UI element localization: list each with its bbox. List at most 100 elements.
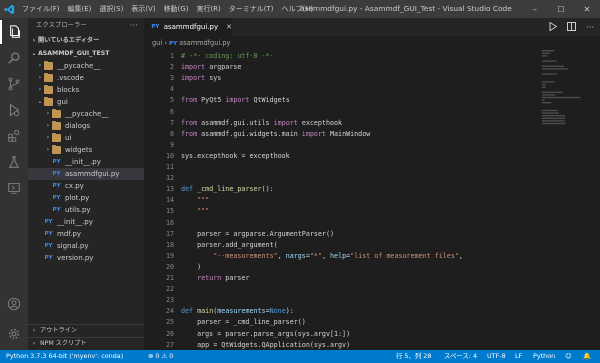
- menu-item[interactable]: ターミナル(T): [225, 0, 278, 18]
- code-token: sys.excepthook = excepthook: [181, 151, 290, 160]
- breadcrumb-file[interactable]: asammdfgui.py: [179, 39, 230, 47]
- code-token: import: [301, 129, 326, 138]
- tree-file[interactable]: PY asammdfgui.py: [28, 168, 144, 180]
- code-line: import sys: [181, 74, 221, 82]
- code-line: parser = argparse.ArgumentParser(): [181, 230, 334, 238]
- tree-folder[interactable]: › ui: [28, 132, 144, 144]
- line-number: 25: [165, 318, 174, 327]
- code-token: # -*- coding: utf-8 -*-: [181, 52, 274, 60]
- tree-file[interactable]: PY signal.py: [28, 240, 144, 252]
- close-tab-icon[interactable]: ✕: [226, 23, 232, 31]
- problems-indicator[interactable]: ⊗ 0 ⚠ 0: [148, 350, 173, 363]
- tree-file[interactable]: PY mdf.py: [28, 228, 144, 240]
- source-control-icon[interactable]: [0, 72, 28, 96]
- python-file-icon: PY: [52, 183, 61, 189]
- code-token: def: [181, 307, 194, 316]
- code-token: args = parser.parse_args(sys.argv[1:]): [181, 329, 351, 338]
- language-mode[interactable]: Python: [533, 350, 555, 363]
- menu-item[interactable]: 編集(E): [64, 0, 96, 18]
- tree-item-label: ui: [65, 134, 72, 142]
- end-of-line[interactable]: LF: [515, 350, 522, 363]
- project-label: ASAMMDF_GUI_TEST: [38, 50, 110, 57]
- tree-folder[interactable]: › __pycache__: [28, 108, 144, 120]
- menu-item[interactable]: 実行(R): [192, 0, 224, 18]
- code-token: """: [181, 207, 210, 216]
- run-debug-icon[interactable]: [0, 98, 28, 122]
- code-token: help: [330, 251, 347, 260]
- code-token: ): [181, 262, 202, 271]
- minimap-line: [542, 112, 560, 114]
- split-editor-icon[interactable]: [567, 21, 577, 33]
- explorer-icon[interactable]: [0, 20, 28, 44]
- python-interpreter[interactable]: Python 3.7.3 64-bit ('myenv': conda): [6, 350, 123, 363]
- tab-asammdfgui[interactable]: PY asammdfgui.py ✕: [144, 18, 232, 36]
- code-token: app = QtWidgets.QApplication(sys.argv): [181, 340, 351, 349]
- breadcrumb: gui › PY asammdfgui.py: [144, 36, 230, 50]
- tree-item-label: utils.py: [65, 206, 91, 214]
- close-window-icon[interactable]: ✕: [574, 0, 600, 18]
- tree-file[interactable]: PY __init__.py: [28, 156, 144, 168]
- tree-folder[interactable]: › blocks: [28, 84, 144, 96]
- code-token: ,: [277, 251, 286, 260]
- menu-item[interactable]: ファイル(F): [18, 0, 64, 18]
- tree-file[interactable]: PY version.py: [28, 252, 144, 264]
- open-editors-section[interactable]: › 開いているエディター: [28, 34, 144, 47]
- minimap-line: [542, 99, 545, 101]
- menu-item[interactable]: 移動(G): [160, 0, 193, 18]
- code-token: PyQt5: [197, 96, 226, 105]
- encoding[interactable]: UTF-8: [487, 350, 506, 363]
- menu-item[interactable]: 表示(V): [127, 0, 159, 18]
- minimap[interactable]: [542, 50, 586, 130]
- code-token: ):: [285, 307, 294, 316]
- line-number: 9: [169, 140, 174, 149]
- tree-file[interactable]: PY __init__.py: [28, 216, 144, 228]
- menu-item[interactable]: 選択(S): [95, 0, 127, 18]
- notifications-icon[interactable]: 🔔: [583, 350, 591, 363]
- tree-folder[interactable]: › __pycache__: [28, 60, 144, 72]
- more-actions-icon[interactable]: ···: [130, 18, 138, 34]
- tree-folder[interactable]: ⌄ gui: [28, 96, 144, 108]
- minimap-line: [542, 122, 566, 125]
- extensions-icon[interactable]: [0, 124, 28, 148]
- tree-file[interactable]: PY plot.py: [28, 192, 144, 204]
- run-python-file-icon[interactable]: [549, 21, 558, 33]
- outline-section[interactable]: › アウトライン: [28, 324, 144, 336]
- cursor-position[interactable]: 行 5、列 28: [396, 350, 431, 363]
- npm-scripts-section[interactable]: › NPM スクリプト: [28, 337, 144, 349]
- code-token: ,: [321, 251, 331, 260]
- tree-file[interactable]: PY cx.py: [28, 180, 144, 192]
- more-actions-icon[interactable]: ···: [586, 23, 594, 32]
- tree-folder[interactable]: › widgets: [28, 144, 144, 156]
- status-bar: Python 3.7.3 64-bit ('myenv': conda) ⊗ 0…: [0, 350, 600, 363]
- vertical-scrollbar[interactable]: [588, 50, 600, 350]
- tree-item-label: __init__.py: [65, 158, 101, 166]
- maximize-icon[interactable]: ☐: [548, 0, 574, 18]
- code-line: """: [181, 196, 209, 204]
- line-number: 22: [165, 285, 174, 294]
- tree-file[interactable]: PY utils.py: [28, 204, 144, 216]
- tree-item-label: asammdfgui.py: [65, 170, 120, 178]
- code-token: QtWidgets: [249, 96, 290, 105]
- tree-folder[interactable]: › dialogs: [28, 120, 144, 132]
- settings-gear-icon[interactable]: [0, 322, 28, 346]
- feedback-icon[interactable]: ☺: [565, 350, 572, 363]
- minimize-icon[interactable]: –: [522, 0, 548, 18]
- folder-icon: [52, 133, 61, 142]
- project-section[interactable]: ⌄ ASAMMDF_GUI_TEST: [28, 47, 144, 60]
- python-file-icon: PY: [44, 255, 53, 261]
- testing-icon[interactable]: [0, 150, 28, 174]
- line-number: 24: [165, 307, 174, 316]
- python-file-icon: PY: [52, 207, 61, 213]
- search-icon[interactable]: [0, 46, 28, 70]
- indentation[interactable]: スペース: 4: [444, 350, 477, 363]
- breadcrumb-folder[interactable]: gui: [152, 39, 162, 47]
- remote-explorer-icon[interactable]: [0, 176, 28, 200]
- account-icon[interactable]: [0, 292, 28, 316]
- python-file-icon: PY: [52, 195, 61, 201]
- code-token: def: [181, 185, 194, 194]
- tree-item-label: widgets: [65, 146, 93, 154]
- tree-folder[interactable]: › .vscode: [28, 72, 144, 84]
- line-number: 21: [165, 274, 174, 282]
- tree-item-label: version.py: [57, 254, 94, 262]
- code-view[interactable]: 1 # -*- coding: utf-8 -*- 2 import argparse…: [144, 50, 600, 363]
